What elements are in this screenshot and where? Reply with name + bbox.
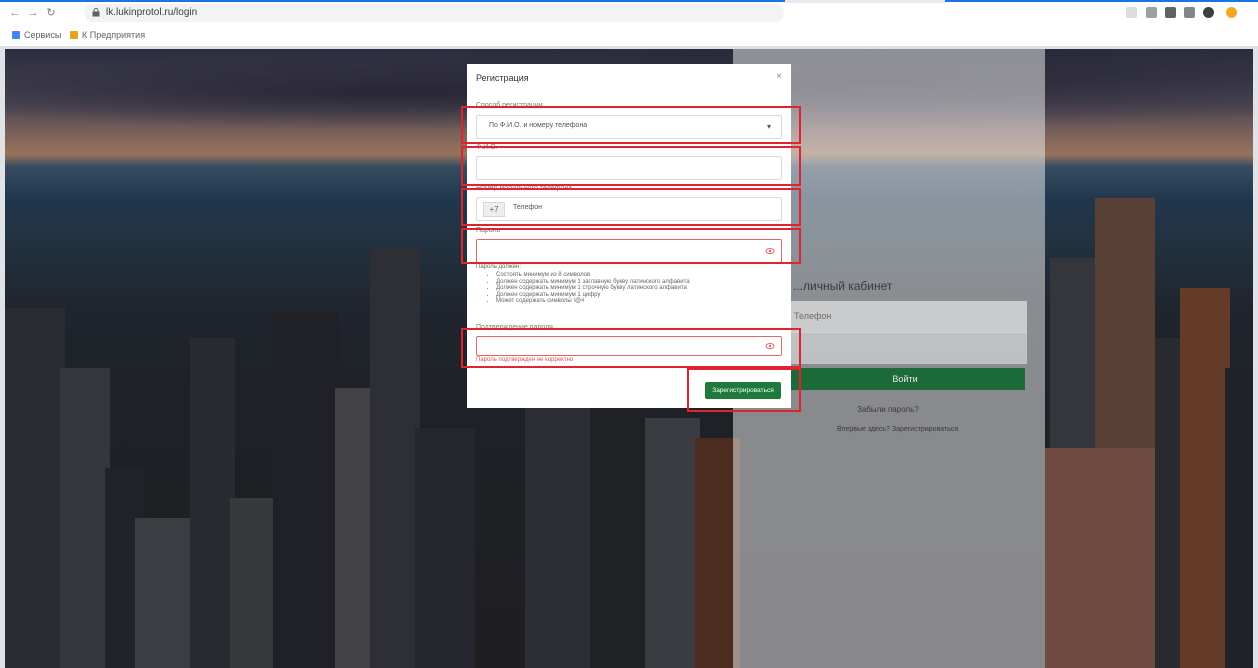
annotation-frame: [461, 106, 801, 144]
login-password-input[interactable]: [785, 332, 1027, 364]
annotation-frame: [687, 368, 801, 412]
login-phone-placeholder: Телефон: [794, 311, 832, 321]
tab-accent: [945, 0, 1258, 2]
bookmark-item[interactable]: К Предприятия: [70, 30, 145, 40]
login-button[interactable]: Войти: [785, 368, 1025, 390]
lock-icon: [92, 8, 100, 17]
register-link[interactable]: Впервые здесь? Зарегистрироваться: [837, 426, 958, 433]
password-rules-title: Пароль должен:: [476, 264, 522, 270]
back-icon[interactable]: ←: [8, 6, 22, 20]
puzzle-icon[interactable]: [1184, 7, 1195, 18]
tab-accent: [0, 0, 785, 2]
browser-chrome: ← → ↻ lk.lukinprotol.ru/login Сервисы К …: [0, 0, 1258, 47]
extension-icon[interactable]: [1165, 7, 1176, 18]
folder-icon: [70, 31, 78, 39]
tab-strip: [785, 0, 945, 3]
bookmarks-bar: Сервисы К Предприятия: [0, 26, 1258, 46]
password-rule: Должен содержать минимум 1 цифру: [496, 292, 690, 299]
reload-icon[interactable]: ↻: [44, 6, 58, 20]
password-rule: Состоять минимум из 8 символов: [496, 272, 690, 279]
extension-icon[interactable]: [1146, 7, 1157, 18]
password-rules: Пароль должен: Состоять минимум из 8 сим…: [476, 264, 690, 305]
forward-icon[interactable]: →: [26, 6, 40, 20]
close-icon[interactable]: ×: [776, 71, 782, 82]
forgot-password-link[interactable]: Забыли пароль?: [857, 405, 919, 414]
apps-icon: [12, 31, 20, 39]
login-phone-input[interactable]: Телефон: [785, 301, 1027, 333]
annotation-frame: [461, 188, 801, 226]
annotation-frame: [461, 228, 801, 264]
password-rule: Должен содержать минимум 1 заглавную бук…: [496, 279, 690, 286]
bookmark-item[interactable]: Сервисы: [12, 30, 61, 40]
menu-icon[interactable]: [1226, 7, 1237, 18]
address-bar[interactable]: lk.lukinprotol.ru/login: [84, 4, 784, 22]
profile-avatar[interactable]: [1203, 7, 1214, 18]
annotation-frame: [461, 328, 801, 368]
modal-title: Регистрация: [476, 73, 529, 83]
star-icon[interactable]: [1126, 7, 1137, 18]
password-rule: Может содержать символы !@#: [496, 298, 690, 305]
url-text: lk.lukinprotol.ru/login: [106, 7, 198, 18]
login-title: ...личный кабинет: [793, 279, 893, 293]
divider: [0, 46, 1258, 47]
annotation-frame: [461, 146, 801, 186]
password-rule: Должен содержать минимум 1 строчную букв…: [496, 285, 690, 292]
